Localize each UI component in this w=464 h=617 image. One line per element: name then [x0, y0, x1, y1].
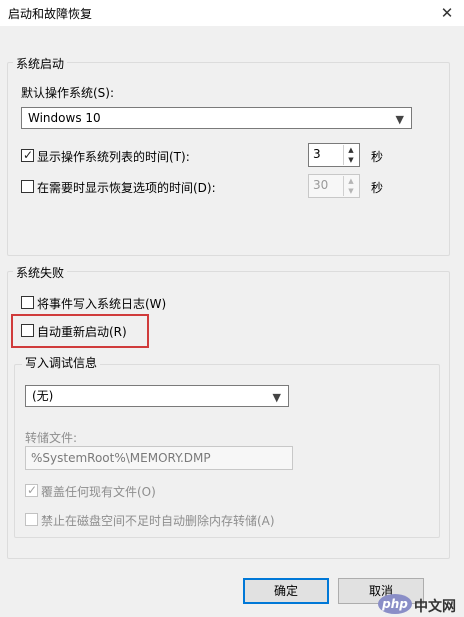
spinner-buttons: ▲ ▼: [343, 145, 358, 165]
chevron-down-icon: ▼: [395, 113, 404, 126]
write-event-log-checkbox[interactable]: [21, 296, 34, 309]
php-logo: php: [378, 594, 412, 614]
system-failure-title: 系统失败: [13, 264, 68, 281]
disable-auto-delete-checkbox: [25, 513, 38, 526]
chevron-down-icon: ▼: [272, 391, 281, 404]
disable-auto-delete-label: 禁止在磁盘空间不足时自动删除内存转储(A): [41, 514, 275, 528]
spin-up-icon[interactable]: ▲: [344, 145, 358, 155]
show-os-list-unit: 秒: [371, 150, 384, 164]
show-os-list-label: 显示操作系统列表的时间(T):: [37, 150, 190, 164]
watermark-text: 中文网: [414, 599, 456, 615]
default-os-select[interactable]: Windows 10 ▼: [21, 107, 412, 129]
show-recovery-label: 在需要时显示恢复选项的时间(D):: [37, 181, 216, 195]
ok-button[interactable]: 确定: [243, 578, 329, 604]
spin-down-icon[interactable]: ▼: [344, 155, 358, 165]
overwrite-label: 覆盖任何现有文件(O): [41, 485, 156, 499]
dump-type-value: (无): [32, 389, 54, 403]
show-os-list-time-spinner[interactable]: 3 ▲ ▼: [308, 143, 360, 167]
auto-restart-label: 自动重新启动(R): [37, 325, 127, 339]
spin-down-icon: ▼: [348, 187, 354, 195]
title-bar: 启动和故障恢复 ✕: [0, 0, 464, 26]
window-title: 启动和故障恢复: [8, 7, 93, 21]
show-recovery-checkbox[interactable]: [21, 180, 34, 193]
close-icon[interactable]: ✕: [436, 2, 458, 24]
overwrite-checkbox: ✓: [25, 483, 38, 497]
checkmark-icon: ✓: [27, 483, 38, 497]
dump-file-input: %SystemRoot%\MEMORY.DMP: [25, 446, 293, 470]
show-os-list-checkbox[interactable]: ✓: [21, 148, 34, 162]
system-startup-title: 系统启动: [13, 55, 68, 72]
default-os-label: 默认操作系统(S):: [21, 86, 115, 100]
dump-file-label: 转储文件:: [25, 431, 78, 445]
dump-type-select[interactable]: (无) ▼: [25, 385, 289, 407]
debug-info-title: 写入调试信息: [22, 354, 101, 371]
show-os-list-time-value: 3: [313, 147, 321, 161]
checkmark-icon: ✓: [23, 148, 34, 162]
spinner-buttons: ▲ ▼: [343, 176, 358, 196]
spin-up-icon: ▲: [348, 177, 354, 185]
show-recovery-time-spinner: 30 ▲ ▼: [308, 174, 360, 198]
write-event-log-label: 将事件写入系统日志(W): [37, 297, 167, 311]
show-recovery-unit: 秒: [371, 181, 384, 195]
default-os-value: Windows 10: [28, 111, 101, 125]
show-recovery-time-value: 30: [313, 178, 329, 192]
auto-restart-checkbox[interactable]: [21, 324, 34, 337]
